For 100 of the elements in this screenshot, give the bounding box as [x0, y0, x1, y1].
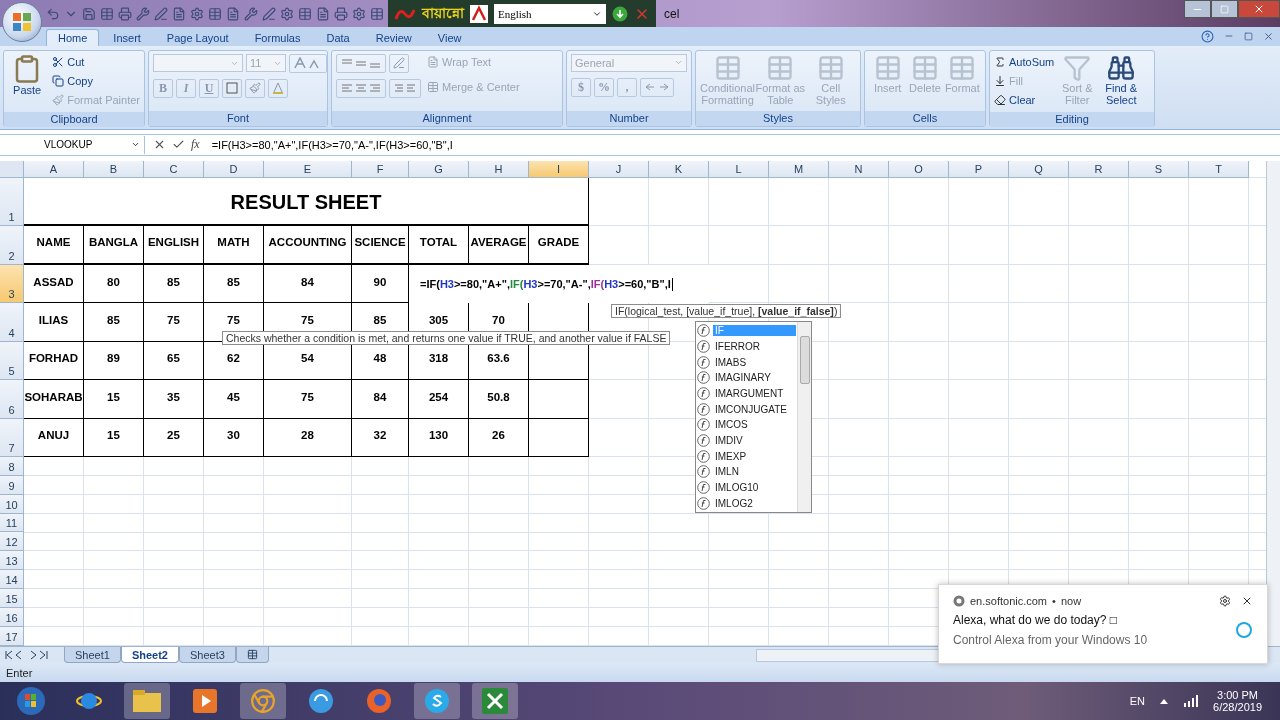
language-indicator[interactable]: EN	[1129, 695, 1146, 708]
clipboard-button[interactable]: Copy	[52, 72, 140, 90]
column-header[interactable]: F	[352, 160, 409, 178]
column-header[interactable]: R	[1069, 160, 1129, 178]
pen-icon[interactable]	[262, 6, 276, 21]
decimal-button[interactable]	[640, 77, 674, 97]
indent-button[interactable]	[389, 78, 421, 98]
row-header[interactable]: 4	[0, 303, 24, 342]
font-color-button[interactable]	[268, 78, 288, 98]
sheet-tab[interactable]: Sheet1	[64, 647, 121, 664]
column-header[interactable]: D	[204, 160, 264, 178]
row-header[interactable]: 15	[0, 589, 24, 608]
ribbon-tab[interactable]: Insert	[101, 28, 153, 46]
row-header[interactable]: 14	[0, 570, 24, 590]
gear-icon[interactable]	[280, 6, 294, 21]
column-header[interactable]: I	[529, 160, 589, 178]
undo-icon[interactable]	[46, 6, 60, 21]
document-icon[interactable]	[316, 6, 330, 21]
sheet-tab[interactable]: Sheet3	[178, 647, 236, 664]
column-header[interactable]: Q	[1009, 160, 1069, 178]
gear-icon[interactable]	[190, 6, 204, 21]
language-dropdown[interactable]: English	[494, 3, 606, 24]
orientation-button[interactable]	[389, 53, 409, 73]
font-name-field[interactable]	[153, 54, 243, 73]
minimize-button[interactable]	[1184, 0, 1211, 18]
column-header[interactable]: S	[1129, 160, 1189, 178]
tray-arrow-icon[interactable]	[1159, 697, 1170, 706]
vertical-scrollbar[interactable]	[1266, 160, 1280, 646]
acrobat-icon[interactable]	[470, 4, 488, 23]
autocomplete-item[interactable]: IFERROR	[713, 341, 796, 352]
column-header[interactable]: C	[144, 160, 204, 178]
row-header[interactable]: 5	[0, 341, 24, 381]
skype-icon[interactable]	[414, 683, 460, 720]
chrome-icon[interactable]	[240, 683, 286, 720]
wrench-icon[interactable]	[136, 6, 150, 21]
vertical-align-button[interactable]	[336, 53, 386, 73]
name-box[interactable]: VLOOKUP	[0, 135, 145, 154]
table-icon[interactable]	[298, 6, 312, 21]
column-header[interactable]: K	[649, 160, 709, 178]
autocomplete-item[interactable]: IMAGINARY	[713, 372, 796, 384]
document-icon[interactable]	[172, 6, 186, 21]
table-icon[interactable]	[100, 6, 114, 21]
gear-icon[interactable]	[352, 6, 366, 21]
document-icon[interactable]	[226, 6, 240, 21]
font-size-button[interactable]	[289, 53, 327, 73]
horizontal-align-button[interactable]	[336, 78, 386, 98]
column-header[interactable]: M	[769, 160, 829, 178]
clock-date[interactable]: 6/28/2019	[1213, 701, 1262, 714]
column-header[interactable]: N	[829, 160, 889, 178]
column-header[interactable]: P	[949, 160, 1009, 178]
close-icon[interactable]	[1241, 595, 1253, 607]
wrench-icon[interactable]	[244, 6, 258, 21]
row-header[interactable]: 6	[0, 380, 24, 419]
autocomplete-item[interactable]: IMCONJUGATE	[713, 403, 796, 415]
autocomplete-item[interactable]: IMLOG10	[713, 482, 796, 494]
ribbon-tab[interactable]: Home	[46, 28, 100, 46]
autocomplete-item[interactable]: IMARGUMENT	[713, 388, 796, 399]
editing-button[interactable]: Clear	[994, 91, 1055, 109]
table-icon[interactable]	[208, 6, 222, 21]
printer-icon[interactable]	[334, 6, 348, 21]
ribbon-tab[interactable]: Review	[363, 28, 424, 46]
ribbon-tab[interactable]: Formulas	[242, 28, 313, 46]
select-all-button[interactable]	[0, 160, 24, 178]
paste-button[interactable]: Paste	[8, 53, 47, 109]
autocomplete-item[interactable]: IMCOS	[713, 419, 796, 431]
settings-icon[interactable]	[1219, 595, 1231, 607]
fill-color-button[interactable]	[245, 78, 265, 98]
ribbon-tab[interactable]: Data	[314, 28, 362, 46]
column-header[interactable]: B	[84, 160, 144, 178]
insert-function-button[interactable]: fx	[191, 137, 200, 153]
autocomplete-item[interactable]: IMABS	[713, 356, 796, 368]
column-header[interactable]: T	[1189, 160, 1249, 178]
table-icon[interactable]	[370, 6, 384, 21]
formula-field[interactable]: =IF(H3>=80,"A+",IF(H3>=70,"A-",IF(H3>=60,"B",I	[207, 138, 453, 151]
restore-button[interactable]	[1211, 0, 1238, 18]
column-header[interactable]: H	[469, 160, 529, 178]
editing-button[interactable]: AutoSum	[994, 53, 1055, 71]
row-header[interactable]: 2	[0, 225, 24, 265]
download-icon[interactable]	[612, 5, 628, 22]
editing-button[interactable]: Find & Select	[1100, 53, 1143, 109]
autocomplete-item[interactable]: IMDIV	[713, 435, 796, 447]
border-button[interactable]	[222, 78, 242, 98]
ribbon-tab[interactable]: Page Layout	[154, 28, 241, 46]
row-header[interactable]: 1	[0, 177, 24, 226]
autocomplete-item[interactable]: IMLN	[713, 466, 796, 478]
column-header[interactable]: E	[264, 160, 352, 178]
pen-icon[interactable]	[154, 6, 168, 21]
excel-icon[interactable]	[472, 683, 518, 720]
save-icon[interactable]	[82, 6, 96, 21]
column-header[interactable]: L	[709, 160, 769, 178]
printer-icon[interactable]	[118, 6, 132, 21]
row-header[interactable]: 16	[0, 608, 24, 627]
clipboard-button[interactable]: Cut	[52, 53, 140, 71]
help-icon[interactable]	[1201, 30, 1214, 43]
autocomplete-item[interactable]: IMEXP	[713, 450, 796, 462]
cell-editor[interactable]: =IF(H3>=80,"A+",IF(H3>=70,"A-",IF(H3>=60,"B",I	[409, 264, 709, 304]
column-header[interactable]: O	[889, 160, 949, 178]
signal-icon[interactable]	[1183, 695, 1200, 708]
clock-time[interactable]: 3:00 PM	[1217, 689, 1258, 702]
row-header[interactable]: 7	[0, 418, 24, 457]
